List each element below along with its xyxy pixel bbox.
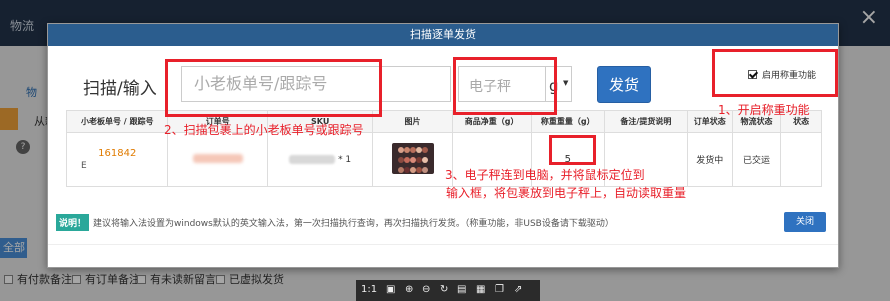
col-header: 小老板单号 / 跟踪号 <box>65 110 169 133</box>
share-icon[interactable]: ⇗ <box>514 284 522 296</box>
col-header: 备注/提货说明 <box>603 110 688 133</box>
annotation-step-2: 2、扫描包裹上的小老板单号或跟踪号 <box>164 123 364 137</box>
annotation-box-weight <box>549 135 596 165</box>
modal-title: 扫描逐单发货 <box>48 24 838 46</box>
product-thumbnail[interactable] <box>391 143 434 174</box>
zoom-actual-size[interactable]: 1:1 <box>361 284 377 296</box>
zoom-in-icon[interactable]: ⊕ <box>405 284 413 296</box>
annotation-box-scan-input <box>165 59 382 117</box>
close-button[interactable]: 关闭 <box>784 212 826 232</box>
scan-input-label: 扫描/输入 <box>83 79 157 99</box>
ship-button[interactable]: 发货 <box>597 66 651 103</box>
rotate-icon[interactable]: ↻ <box>440 284 448 296</box>
bookmark-icon[interactable]: ▦ <box>476 284 485 296</box>
annotation-step-3-line2: 输入框，将包裹放到电子秤上，自动读取重量 <box>446 186 687 200</box>
caret-down-icon: ▼ <box>563 79 569 87</box>
image-viewer-toolbar: 1:1 ▣ ⊕ ⊖ ↻ ▤ ▦ ❐ ⇗ <box>356 280 540 301</box>
annotation-step-1: 1、开启称重功能 <box>718 103 810 117</box>
redacted-order-id <box>192 153 243 163</box>
annotation-box-weigh-toggle <box>712 49 838 97</box>
order-number-link[interactable]: 161842 <box>67 148 167 159</box>
cell-image <box>372 132 453 187</box>
cell-order-number: 161842 E <box>65 132 169 187</box>
cell-sub-order <box>167 132 268 187</box>
fit-screen-icon[interactable]: ▣ <box>386 284 395 296</box>
divider <box>48 244 838 245</box>
instruction-note: 说明！ 建议将输入法设置为windows默认的英文输入法，第一次扫描执行查询，再次… <box>56 214 614 231</box>
cell-order-status: 发货中 <box>686 132 733 187</box>
annotation-step-3-line1: 3、电子秤连到电脑，并将鼠标定位到 <box>445 168 645 182</box>
save-icon[interactable]: ▤ <box>457 284 466 296</box>
note-tag: 说明！ <box>56 214 90 231</box>
table-row: 161842 E * 1 5 发货中 已交运 <box>65 132 822 187</box>
cell-status <box>780 132 822 187</box>
cell-logistics-status: 已交运 <box>731 132 782 187</box>
cell-sku: * 1 <box>266 132 374 187</box>
note-text: 建议将输入法设置为windows默认的英文输入法，第一次扫描执行查询，再次扫描执… <box>93 219 614 229</box>
copy-icon[interactable]: ❐ <box>495 284 504 296</box>
col-header: 图片 <box>372 110 453 133</box>
redacted-sku <box>289 154 336 164</box>
zoom-out-icon[interactable]: ⊖ <box>422 284 430 296</box>
sku-quantity: * 1 <box>338 154 352 165</box>
annotation-box-scale <box>453 57 557 115</box>
tracking-number: E <box>81 161 87 171</box>
